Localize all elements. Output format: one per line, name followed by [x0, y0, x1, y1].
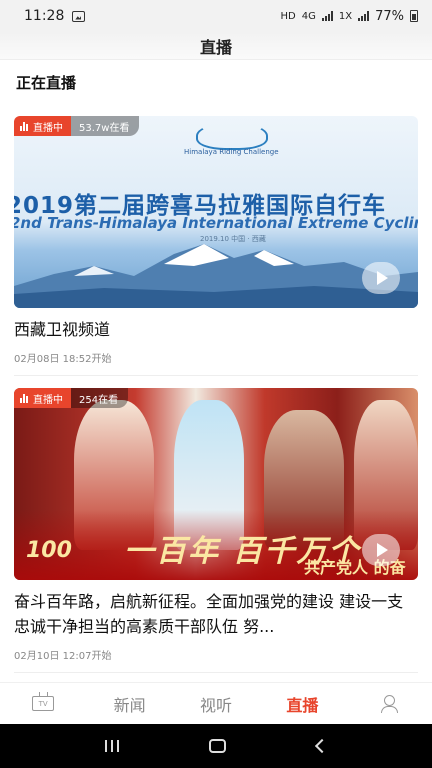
viewer-count: 254在看	[71, 388, 129, 408]
status-time: 11:28	[24, 8, 65, 24]
live-bars-icon	[20, 121, 28, 131]
thumbnail-headline-en: 2nd Trans-Himalaya International Extreme…	[14, 214, 418, 232]
tab-video[interactable]: 视听	[173, 683, 259, 725]
tab-live[interactable]: 直播	[259, 683, 345, 725]
status-bar: 11:28 HD 4G 1X 77%	[0, 0, 432, 32]
live-thumbnail[interactable]: 100 一百年 百千万个 共产党人 的奋 直播中 254在看	[14, 388, 418, 580]
hd-indicator: HD	[280, 10, 296, 22]
live-bars-icon	[20, 393, 28, 403]
card-start-time: 02月10日 12:07开始	[14, 651, 112, 662]
status-indicators: HD 4G 1X 77%	[281, 9, 418, 24]
network-type: 4G	[301, 10, 316, 22]
tv-icon: TV	[32, 696, 55, 711]
card-start-time: 02月08日 18:52开始	[14, 354, 112, 365]
signal-icon	[321, 11, 333, 21]
play-icon[interactable]	[362, 262, 400, 294]
battery-icon	[410, 10, 418, 22]
live-label: 直播中	[33, 394, 63, 406]
thumbnail-logo-text: Himalaya Riding Challenge	[184, 148, 279, 156]
signal-2-icon	[358, 11, 370, 21]
card-title[interactable]: 奋斗百年路，启航新征程。全面加强党的建设 建设一支忠诚干净担当的高素质干部队伍 …	[14, 589, 418, 639]
divider	[14, 375, 418, 376]
live-label: 直播中	[33, 122, 63, 134]
system-nav-bar	[0, 724, 432, 768]
home-icon[interactable]	[209, 739, 227, 753]
page-title: 直播	[199, 37, 232, 57]
divider	[14, 672, 418, 673]
tab-news[interactable]: 新闻	[86, 683, 172, 725]
live-thumbnail[interactable]: Himalaya Riding Challenge 2019第二届跨喜马拉雅国际…	[14, 116, 418, 308]
bottom-tab-bar: TV 新闻 视听 直播	[0, 682, 432, 724]
live-badge: 直播中 254在看	[14, 388, 129, 408]
recent-apps-icon[interactable]	[105, 740, 120, 752]
back-icon[interactable]	[314, 738, 329, 754]
live-badge: 直播中 53.7w在看	[14, 116, 140, 136]
play-icon[interactable]	[362, 534, 400, 566]
viewer-count: 53.7w在看	[71, 116, 140, 136]
tab-profile[interactable]	[346, 683, 432, 725]
live-card[interactable]: Himalaya Riding Challenge 2019第二届跨喜马拉雅国际…	[14, 116, 418, 365]
section-title: 正在直播	[16, 74, 77, 92]
sim2-type: 1X	[338, 10, 353, 22]
mountain-image	[14, 244, 418, 308]
live-card[interactable]: 100 一百年 百千万个 共产党人 的奋 直播中 254在看 奋斗百年路，启航新…	[14, 388, 418, 662]
user-icon	[380, 694, 398, 713]
app-header: 直播	[0, 32, 432, 60]
tv-icon-label: TV	[38, 699, 48, 708]
tab-tv[interactable]: TV	[0, 683, 86, 725]
event-logo-icon	[196, 122, 268, 150]
anniversary-badge: 100	[26, 538, 72, 563]
card-title[interactable]: 西藏卫视频道	[14, 317, 418, 342]
battery-percent: 77%	[375, 8, 404, 24]
image-notification-icon	[72, 10, 86, 22]
